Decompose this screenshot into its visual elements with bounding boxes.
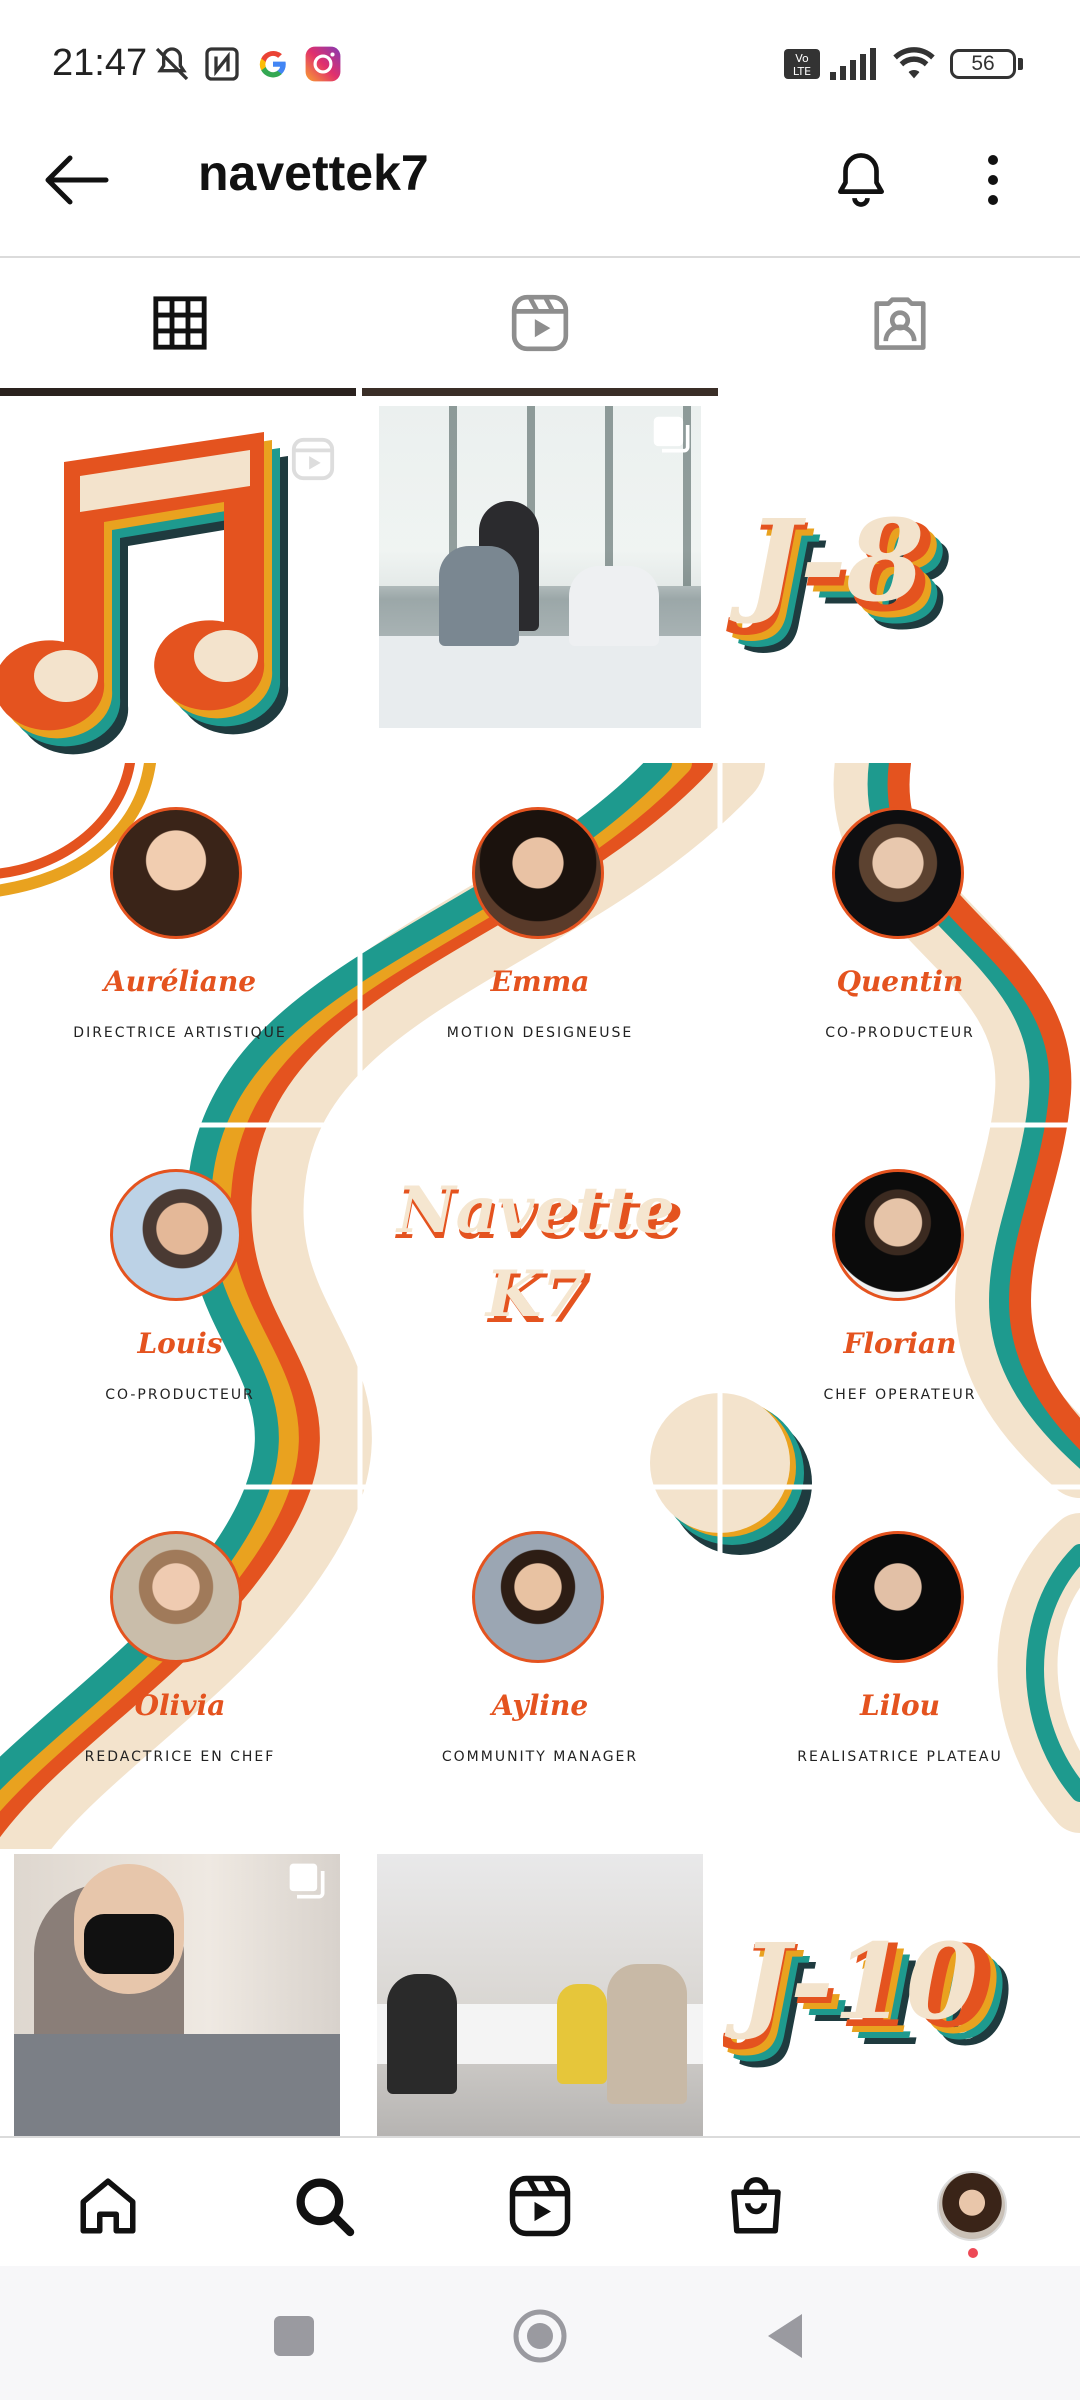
- battery-icon: 56: [950, 44, 1023, 84]
- member-role: COMMUNITY MANAGER: [441, 1749, 639, 1765]
- reels-badge-icon: [290, 436, 336, 487]
- volte-icon: Vo LTE: [784, 44, 820, 84]
- recents-button[interactable]: [274, 2316, 314, 2356]
- svg-text:Vo: Vo: [795, 52, 809, 65]
- tab-grid[interactable]: [0, 258, 360, 388]
- shop-icon: [731, 2177, 781, 2234]
- system-navigation-bar: [0, 2266, 1080, 2400]
- countdown-label: J-10: [741, 1920, 979, 2043]
- profile-header: [0, 130, 1080, 258]
- member-name: Olivia: [134, 1689, 226, 1722]
- carousel-badge-icon: [651, 414, 695, 463]
- home-circle-icon: [513, 2309, 567, 2363]
- tab-reels[interactable]: [360, 258, 720, 388]
- nav-shop[interactable]: [716, 2166, 796, 2246]
- arrow-left-icon: [45, 155, 109, 205]
- home-icon: [80, 2178, 136, 2234]
- post-countdown-j10[interactable]: J-10 J-10 J-10 J-10 J-10: [723, 1854, 1080, 2136]
- team-card-olivia[interactable]: Olivia REDACTRICE EN CHEF: [0, 1487, 360, 1849]
- team-card-florian[interactable]: Florian CHEF OPERATEUR: [720, 1125, 1080, 1487]
- team-card-louis[interactable]: Louis CO-PRODUCTEUR: [0, 1125, 360, 1487]
- notifications-button[interactable]: [830, 148, 892, 212]
- posts-grid: J-8 J-8 J-8 J-8 J-8 Navette K7 Navette K…: [0, 388, 1080, 2136]
- team-card-lilou[interactable]: Lilou REALISATRICE PLATEAU: [720, 1487, 1080, 1849]
- svg-text:LTE: LTE: [793, 65, 811, 78]
- nav-home[interactable]: [68, 2166, 148, 2246]
- logo-line-2: K7: [485, 1257, 587, 1332]
- instagram-icon: [304, 44, 342, 84]
- bell-icon: [838, 153, 884, 207]
- avatar: [110, 807, 242, 939]
- tab-tagged[interactable]: [720, 258, 1080, 388]
- mute-icon: [152, 44, 192, 84]
- team-mosaic: Navette K7 Navette K7 Auréliane DIRECTRICE…: [0, 763, 1080, 1849]
- bottom-navigation: [0, 2136, 1080, 2268]
- member-name: Louis: [137, 1327, 223, 1360]
- notification-dot: [968, 2248, 978, 2258]
- photo-meeting-room: [377, 1854, 703, 2136]
- team-card-aureliane[interactable]: Auréliane DIRECTRICE ARTISTIQUE: [0, 763, 360, 1125]
- wifi-icon: [892, 44, 936, 84]
- avatar: [110, 1531, 242, 1663]
- member-name: Emma: [490, 965, 590, 998]
- member-role: CO-PRODUCTEUR: [105, 1387, 255, 1403]
- signal-icon: [830, 44, 878, 84]
- countdown-label: J-8: [747, 496, 925, 627]
- team-card-quentin[interactable]: Quentin CO-PRODUCTEUR: [720, 763, 1080, 1125]
- member-name: Lilou: [860, 1689, 940, 1722]
- logo-line-1: Navette: [397, 1173, 675, 1248]
- member-role: CO-PRODUCTEUR: [825, 1025, 975, 1041]
- team-card-ayline[interactable]: Ayline COMMUNITY MANAGER: [360, 1487, 720, 1849]
- nav-search[interactable]: [284, 2166, 364, 2246]
- post-music-note[interactable]: [0, 406, 357, 763]
- avatar: [110, 1169, 242, 1301]
- search-icon: [296, 2178, 355, 2237]
- member-role: REALISATRICE PLATEAU: [797, 1749, 1003, 1765]
- carousel-badge-icon: [286, 1860, 330, 1909]
- avatar: [832, 1531, 964, 1663]
- member-role: CHEF OPERATEUR: [823, 1387, 977, 1403]
- profile-avatar: [937, 2171, 1007, 2241]
- post-thumbnail[interactable]: [362, 388, 718, 396]
- post-photo-laptop[interactable]: [0, 1854, 357, 2136]
- member-role: MOTION DESIGNEUSE: [446, 1025, 634, 1041]
- grid-icon: [153, 296, 207, 350]
- more-vertical-icon: [988, 155, 998, 205]
- avatar: [832, 1169, 964, 1301]
- reels-icon: [509, 2175, 571, 2237]
- member-name: Florian: [843, 1327, 957, 1360]
- member-name: Auréliane: [103, 965, 257, 998]
- member-name: Quentin: [836, 965, 964, 998]
- nav-reels[interactable]: [500, 2166, 580, 2246]
- back-button[interactable]: [40, 150, 112, 210]
- profile-tabs: [0, 258, 1080, 388]
- home-button[interactable]: [512, 2308, 568, 2364]
- avatar: [832, 807, 964, 939]
- profile-username: navettek7: [198, 145, 429, 201]
- post-team-photo[interactable]: [361, 406, 719, 763]
- options-button[interactable]: [970, 150, 1016, 210]
- avatar: [472, 1531, 604, 1663]
- battery-level: 56: [950, 49, 1016, 79]
- status-time: 21:47: [52, 42, 148, 84]
- post-photo-meeting[interactable]: [361, 1854, 719, 2136]
- triangle-back-icon: [768, 2314, 802, 2358]
- member-name: Ayline: [491, 1689, 589, 1722]
- nfc-icon: [204, 44, 240, 84]
- post-thumbnail[interactable]: [0, 388, 356, 396]
- status-bar: 21:47 Vo LTE 56: [0, 0, 1080, 130]
- logo-text: Navette K7: [356, 1169, 716, 1337]
- google-icon: [256, 44, 290, 84]
- back-system-button[interactable]: [762, 2310, 810, 2362]
- tagged-icon: [874, 297, 926, 350]
- post-countdown-j8[interactable]: J-8 J-8 J-8 J-8 J-8: [723, 406, 1080, 763]
- reels-icon: [511, 294, 569, 352]
- team-card-emma[interactable]: Emma MOTION DESIGNEUSE: [360, 763, 720, 1125]
- nav-profile[interactable]: [932, 2166, 1012, 2258]
- avatar: [472, 807, 604, 939]
- post-logo-navette[interactable]: Navette K7 Navette K7: [360, 1125, 720, 1487]
- member-role: DIRECTRICE ARTISTIQUE: [73, 1025, 287, 1041]
- member-role: REDACTRICE EN CHEF: [84, 1749, 276, 1765]
